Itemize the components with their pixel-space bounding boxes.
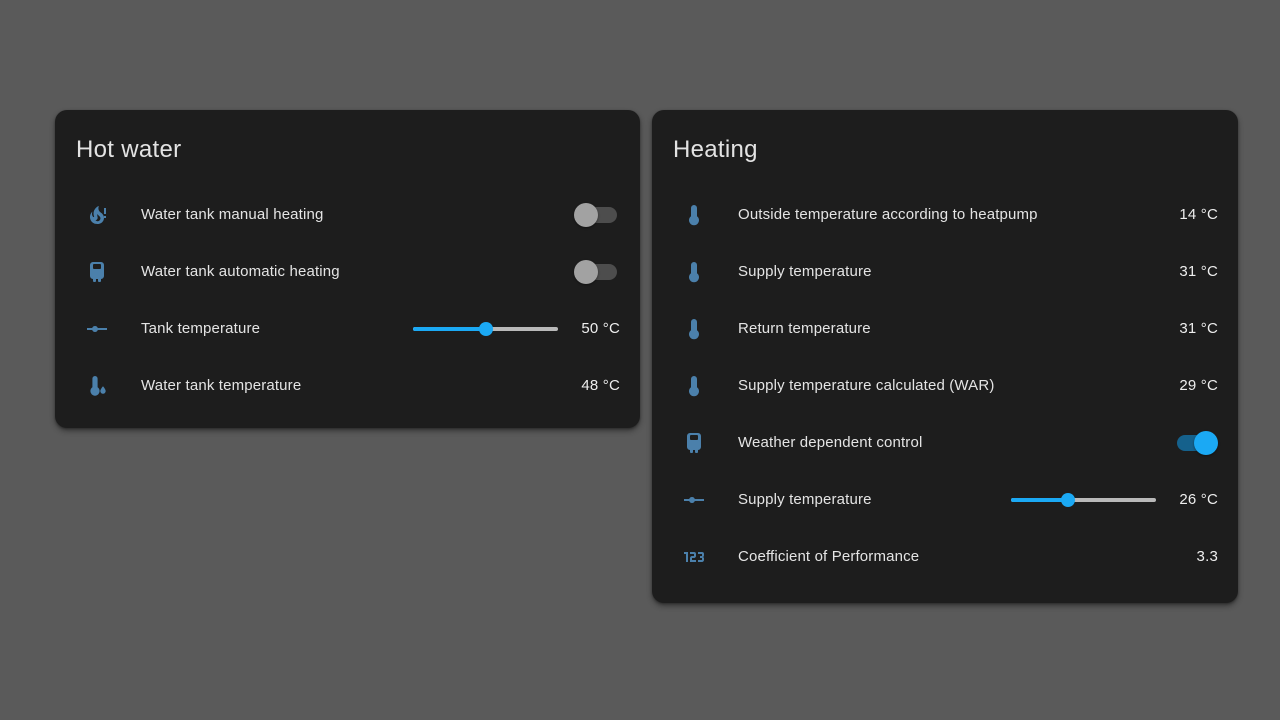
slider-icon (85, 317, 109, 341)
thermometer-icon (682, 317, 706, 341)
row-label: Water tank manual heating (141, 206, 574, 223)
slider-fill (1011, 498, 1068, 502)
slider-thumb[interactable] (1061, 493, 1075, 507)
row-label: Water tank automatic heating (141, 263, 574, 280)
thermometer-icon (682, 374, 706, 398)
row-label: Supply temperature (738, 263, 1172, 280)
temperature-slider[interactable] (413, 321, 558, 337)
row-label: Tank temperature (141, 320, 403, 337)
thermometer-water-icon (85, 374, 109, 398)
entity-rows: Water tank manual heating Water tank auto… (55, 186, 640, 414)
row-label: Coefficient of Performance (738, 548, 1172, 565)
entity-row-return-temperature[interactable]: Return temperature31 °C (652, 300, 1238, 357)
dashboard: Hot waterWater tank manual heatingWater … (0, 0, 1280, 720)
thermometer-icon (682, 260, 706, 284)
toggle-thumb (1194, 431, 1218, 455)
entity-row-coefficient-of-performance[interactable]: Coefficient of Performance3.3 (652, 528, 1238, 585)
entity-row-water-tank-manual-heating[interactable]: Water tank manual heating (55, 186, 640, 243)
row-label: Outside temperature according to heatpum… (738, 206, 1172, 223)
card-heating: Heating Outside temperature according to … (652, 110, 1238, 603)
water-boiler-icon (85, 260, 109, 284)
row-value: 26 °C (1172, 491, 1218, 508)
thermometer-icon (682, 203, 706, 227)
slider-fill (413, 327, 486, 331)
entity-row-water-tank-temperature[interactable]: Water tank temperature48 °C (55, 357, 640, 414)
row-value: 14 °C (1172, 206, 1218, 223)
card-title: Hot water (55, 134, 640, 166)
row-value: 48 °C (574, 377, 620, 394)
row-label: Supply temperature calculated (WAR) (738, 377, 1172, 394)
entity-row-supply-temperature[interactable]: Supply temperature31 °C (652, 243, 1238, 300)
temperature-slider[interactable] (1011, 492, 1156, 508)
entity-row-water-tank-automatic-heating[interactable]: Water tank automatic heating (55, 243, 640, 300)
card-title: Heating (652, 134, 1238, 166)
numeric-icon (682, 545, 706, 569)
toggle-thumb (574, 260, 598, 284)
entity-row-supply-temperature[interactable]: Supply temperature 26 °C (652, 471, 1238, 528)
water-boiler-icon (682, 431, 706, 455)
toggle-switch[interactable] (1172, 431, 1218, 455)
row-value: 29 °C (1172, 377, 1218, 394)
entity-row-outside-temperature-according-to-heatpump[interactable]: Outside temperature according to heatpum… (652, 186, 1238, 243)
entity-row-tank-temperature[interactable]: Tank temperature 50 °C (55, 300, 640, 357)
row-label: Supply temperature (738, 491, 1001, 508)
entity-row-weather-dependent-control[interactable]: Weather dependent control (652, 414, 1238, 471)
row-label: Return temperature (738, 320, 1172, 337)
row-value: 3.3 (1172, 548, 1218, 565)
row-value: 31 °C (1172, 320, 1218, 337)
entity-rows: Outside temperature according to heatpum… (652, 186, 1238, 585)
row-value: 31 °C (1172, 263, 1218, 280)
entity-row-supply-temperature-calculated-war[interactable]: Supply temperature calculated (WAR)29 °C (652, 357, 1238, 414)
toggle-thumb (574, 203, 598, 227)
fire-alert-icon (85, 203, 109, 227)
toggle-switch[interactable] (574, 260, 620, 284)
slider-icon (682, 488, 706, 512)
row-label: Weather dependent control (738, 434, 1172, 451)
row-label: Water tank temperature (141, 377, 574, 394)
row-value: 50 °C (574, 320, 620, 337)
toggle-switch[interactable] (574, 203, 620, 227)
slider-thumb[interactable] (479, 322, 493, 336)
card-hot-water: Hot waterWater tank manual heatingWater … (55, 110, 640, 428)
